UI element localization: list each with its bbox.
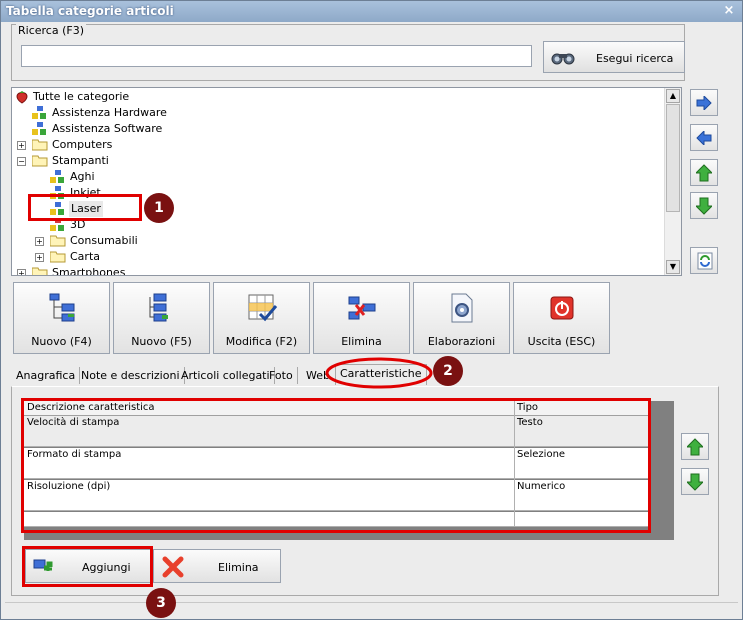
annotation-box-add <box>22 546 153 587</box>
delete-x-icon <box>162 556 184 578</box>
tab-foto[interactable]: Foto <box>265 367 298 384</box>
expand-plus-icon[interactable]: + <box>35 253 44 262</box>
search-group: Ricerca (F3) Esegui ricerca <box>11 24 685 81</box>
processing-gear-icon <box>451 293 473 323</box>
folder-icon <box>32 267 48 275</box>
tab-anagrafica[interactable]: Anagrafica <box>12 367 81 384</box>
refresh-button[interactable] <box>690 247 718 274</box>
row-up-button[interactable] <box>681 433 709 460</box>
close-icon[interactable]: × <box>722 4 736 18</box>
delete-category-icon <box>348 296 376 320</box>
annotation-badge-2: 2 <box>433 356 463 386</box>
tree-item-label: Smartphones <box>52 266 126 276</box>
search-input[interactable] <box>21 45 532 67</box>
annotation-badge-3: 3 <box>146 588 176 618</box>
tree-item-label: Stampanti <box>52 154 109 167</box>
exit-label: Uscita (ESC) <box>527 335 596 348</box>
folder-icon <box>32 155 48 167</box>
tree-item-label: Computers <box>52 138 113 151</box>
scroll-thumb[interactable] <box>666 104 680 212</box>
strawberry-icon <box>16 91 28 104</box>
arrow-up-icon <box>687 438 703 456</box>
edit-button[interactable]: Modifica (F2) <box>213 282 310 354</box>
move-right-button[interactable] <box>690 89 718 116</box>
processing-label: Elaborazioni <box>427 335 496 348</box>
tree-item-label: Carta <box>70 250 100 263</box>
folder-icon <box>50 235 66 247</box>
search-legend: Ricerca (F3) <box>16 24 86 37</box>
delete-row-label: Elimina <box>218 561 259 574</box>
blocks-icon <box>50 170 64 183</box>
folder-icon <box>50 251 66 263</box>
tree-item-label: Consumabili <box>70 234 138 247</box>
tree-root-label: Tutte le categorie <box>33 90 130 103</box>
tree-scrollbar[interactable]: ▲ ▼ <box>664 88 681 275</box>
expand-plus-icon[interactable]: + <box>17 141 26 150</box>
move-up-button[interactable] <box>690 159 718 186</box>
move-down-button[interactable] <box>690 192 718 219</box>
grid-empty-area <box>648 401 674 540</box>
tab-note[interactable]: Note e descrizioni <box>77 367 185 384</box>
blocks-icon <box>32 122 46 135</box>
tree-item-label: Assistenza Hardware <box>52 106 167 119</box>
arrow-up-icon <box>696 164 712 182</box>
new-f4-button[interactable]: Nuovo (F4) <box>13 282 110 354</box>
arrow-right-icon <box>696 96 712 110</box>
refresh-icon <box>697 252 713 270</box>
new-f4-label: Nuovo (F4) <box>31 335 92 348</box>
tree-item-label: Aghi <box>70 170 95 183</box>
category-window: Tabella categorie articoli × Ricerca (F3… <box>0 0 743 620</box>
delete-button[interactable]: Elimina <box>313 282 410 354</box>
new-f5-label: Nuovo (F5) <box>131 335 192 348</box>
search-button[interactable]: Esegui ricerca <box>543 41 685 73</box>
move-left-button[interactable] <box>690 124 718 151</box>
category-tree[interactable]: Tutte le categorie Assistenza Hardware A… <box>11 87 682 276</box>
exit-button[interactable]: Uscita (ESC) <box>513 282 610 354</box>
collapse-minus-icon[interactable]: − <box>17 157 26 166</box>
power-icon <box>550 296 574 320</box>
delete-row-button[interactable]: Elimina <box>153 549 281 583</box>
annotation-badge-1: 1 <box>144 193 174 223</box>
delete-label: Elimina <box>341 335 382 348</box>
arrow-down-icon <box>696 197 712 215</box>
new-subcategory-icon <box>149 293 168 322</box>
binoculars-icon <box>551 53 575 65</box>
scroll-down-icon[interactable]: ▼ <box>666 260 680 274</box>
tree-item-label: Assistenza Software <box>52 122 163 135</box>
processing-button[interactable]: Elaborazioni <box>413 282 510 354</box>
edit-table-icon <box>248 294 278 322</box>
expand-plus-icon[interactable]: + <box>17 269 26 275</box>
annotation-box-grid <box>21 398 651 533</box>
annotation-ellipse-tab <box>325 357 433 389</box>
row-down-button[interactable] <box>681 468 709 495</box>
tab-articoli[interactable]: Articoli collegati <box>177 367 275 384</box>
scroll-up-icon[interactable]: ▲ <box>666 89 680 103</box>
folder-icon <box>32 139 48 151</box>
arrow-down-icon <box>687 473 703 491</box>
expand-plus-icon[interactable]: + <box>35 237 44 246</box>
edit-label: Modifica (F2) <box>225 335 298 348</box>
window-title: Tabella categorie articoli <box>6 4 174 18</box>
status-bar <box>5 602 738 616</box>
annotation-box-laser <box>28 194 142 221</box>
arrow-left-icon <box>696 131 712 145</box>
new-category-icon <box>49 293 75 322</box>
search-button-label: Esegui ricerca <box>596 52 674 65</box>
title-bar: Tabella categorie articoli × <box>1 1 742 22</box>
blocks-icon <box>32 106 46 119</box>
new-f5-button[interactable]: Nuovo (F5) <box>113 282 210 354</box>
